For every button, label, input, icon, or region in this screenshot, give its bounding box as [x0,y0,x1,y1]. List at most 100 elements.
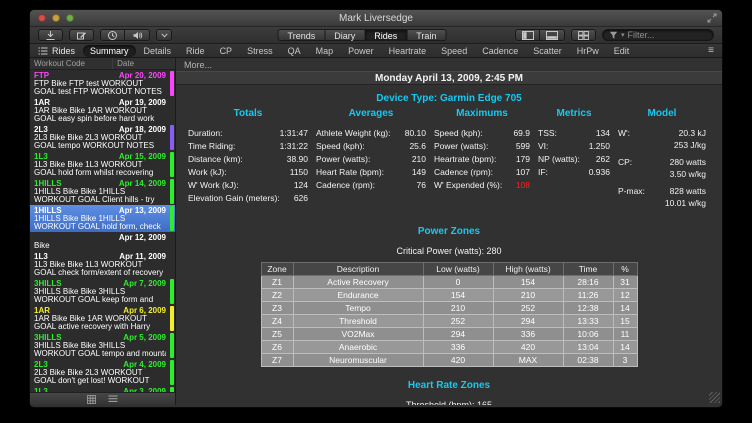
workout-color-bar [170,333,174,358]
view-tab-map[interactable]: Map [309,45,341,57]
zone-cell: 210 [493,289,563,302]
zone-cell: VO2Max [293,328,423,341]
toolbar-menu-button[interactable] [156,29,172,41]
stat-row: Cadence (rpm):107 [434,166,530,179]
view-tab-cadence[interactable]: Cadence [475,45,525,57]
scope-selector[interactable]: Rides [36,46,82,56]
stat-value: 1:31:47 [280,127,308,140]
history-button[interactable] [100,29,125,41]
view-tab-stress[interactable]: Stress [240,45,280,57]
stat-label: Elevation Gain (meters): [188,192,280,205]
toolbar-toggle-group [100,29,150,41]
workout-color-bar [170,387,174,392]
manual-entry-button[interactable] [69,29,94,41]
workout-item[interactable]: 2L3Apr 4, 20092L3 Bike Bike 2L3 WORKOUTG… [30,359,175,386]
stat-row: P-max:828 watts [618,185,706,198]
view-tab-hrpw[interactable]: HrPw [570,45,606,57]
workout-code: 1HILLS [34,207,62,215]
stat-value: 20.3 kJ [679,127,706,140]
column-header-workout-code[interactable]: Workout Code [30,58,113,69]
workout-desc: WORKOUT GOAL tempo and mountains! weight [34,350,166,358]
workout-date: Apr 12, 2009 [119,234,166,242]
tabbar-menu-icon[interactable]: ≡ [708,46,716,56]
workout-item[interactable]: Apr 12, 2009Bike [30,232,175,251]
workout-desc: 1AR Bike Bike 1AR WORKOUT [34,107,166,115]
stat-value: 149 [412,166,426,179]
stat-row: Work (kJ):1150 [188,166,308,179]
workout-code: 3HILLS [34,334,62,342]
view-tab-scatter[interactable]: Scatter [526,45,569,57]
workout-item-header: FTPApr 20, 2009 [34,72,166,80]
zone-cell: 420 [493,341,563,354]
workout-item-header: 3HILLS Apr 5, 2009 [34,334,166,342]
stat-row: Elevation Gain (meters):626 [188,192,308,205]
stat-section-metrics: MetricsTSS:134VI:1.250NP (watts):262IF:0… [538,104,610,214]
minimize-button[interactable] [52,14,60,22]
panel-left-icon [522,31,534,40]
zone-cell: 252 [423,315,493,328]
workout-item[interactable]: 1L3Apr 11, 20091L3 Bike Bike 1L3 WORKOUT… [30,251,175,278]
workout-item[interactable]: FTPApr 20, 2009FTP Bike FTP test WORKOUT… [30,70,175,97]
zoom-button[interactable] [66,14,74,22]
workout-desc: 1HILLS Bike Bike 1HILLS [34,215,166,223]
workout-color-bar [170,125,174,150]
import-ride-button[interactable] [38,29,63,41]
view-tab-edit[interactable]: Edit [607,45,637,57]
stat-value: 1150 [290,166,308,179]
stat-value: 38.90 [287,153,308,166]
view-tab-details[interactable]: Details [137,45,179,57]
stat-section-title: Model [618,108,706,119]
workout-date: Apr 18, 2009 [119,126,166,134]
workout-item[interactable]: 1ARApr 19, 20091AR Bike Bike 1AR WORKOUT… [30,97,175,124]
filter-input[interactable]: ▾ Filter... [602,29,714,41]
workout-date: Apr 7, 2009 [123,280,166,288]
view-tab-ride[interactable]: Ride [179,45,212,57]
toolbar-tab-rides[interactable]: Rides [365,29,407,41]
workout-item[interactable]: 1HILLSApr 14, 20091HILLS Bike Bike 1HILL… [30,178,175,205]
workout-item-header: Apr 12, 2009 [34,234,166,242]
view-tabbar: Rides SummaryDetailsRideCPStressQAMapPow… [30,44,722,58]
workout-item[interactable]: 1L3Apr 15, 20091L3 Bike Bike 1L3 WORKOUT… [30,151,175,178]
view-tab-power[interactable]: Power [341,45,381,57]
view-tab-heartrate[interactable]: Heartrate [382,45,434,57]
workout-item[interactable]: 1L3Apr 3, 20091L3 Bike Bike 1L3 [30,386,175,392]
sidebar-toggle-button[interactable] [515,29,540,41]
toolbar-tab-train[interactable]: Train [407,29,446,41]
list-view-icon[interactable] [108,395,118,403]
workout-desc: 2L3 Bike Bike 2L3 WORKOUT [34,369,166,377]
view-tab-speed[interactable]: Speed [434,45,474,57]
stat-value: 262 [596,153,610,166]
lowbar-toggle-button[interactable] [540,29,565,41]
fullscreen-icon[interactable] [707,13,717,23]
rides-list-icon [38,47,48,55]
zone-cell: 154 [423,289,493,302]
toolbar-tab-diary[interactable]: Diary [325,29,365,41]
workout-code: 1L3 [34,153,48,161]
view-tab-cp[interactable]: CP [213,45,240,57]
column-header-date[interactable]: Date [113,59,175,68]
zone-cell: Z3 [261,302,293,315]
workout-date: Apr 5, 2009 [123,334,166,342]
stat-value: 210 [412,153,426,166]
workout-code: 1L3 [34,388,48,392]
view-tab-summary[interactable]: Summary [83,45,136,57]
workout-date: Apr 13, 2009 [119,207,166,215]
window-title: Mark Liversedge [30,13,722,24]
workout-item[interactable]: 1HILLS Apr 13, 20091HILLS Bike Bike 1HILL… [30,205,175,232]
stat-row: W' Expended (%):108 [434,179,530,192]
close-button[interactable] [38,14,46,22]
workout-item[interactable]: 3HILLSApr 7, 20093HILLS Bike Bike 3HILLS… [30,278,175,305]
grid-view-icon[interactable] [87,395,96,404]
tile-view-button[interactable] [571,29,596,41]
stat-row-group: W':20.3 kJ253 J/kg [618,127,706,151]
view-tab-qa[interactable]: QA [281,45,308,57]
audio-button[interactable] [125,29,150,41]
workout-item[interactable]: 3HILLSApr 5, 20093HILLS Bike Bike 3HILLS… [30,332,175,359]
stat-section-title: Totals [188,108,308,119]
stat-label: VI: [538,140,548,153]
workout-item[interactable]: 2L3Apr 18, 20092L3 Bike Bike 2L3 WORKOUT… [30,124,175,151]
workout-item[interactable]: 1ARApr 6, 20091AR Bike Bike 1AR WORKOUTG… [30,305,175,332]
toolbar-tab-trends[interactable]: Trends [278,29,326,41]
more-link[interactable]: More... [176,58,722,71]
resize-grip[interactable] [709,392,720,403]
